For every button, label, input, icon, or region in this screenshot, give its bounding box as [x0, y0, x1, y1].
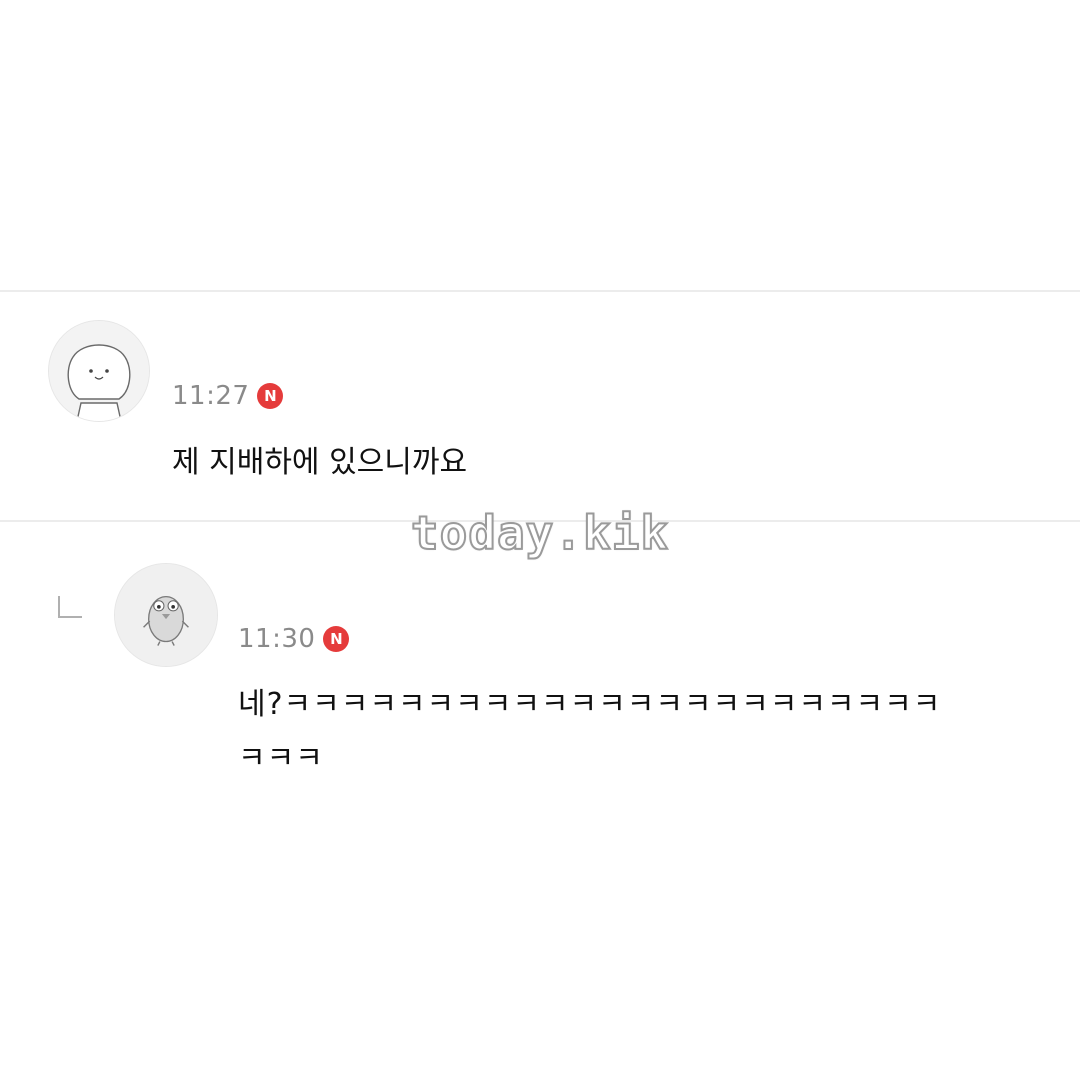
reply-time: 11:30 — [238, 624, 316, 654]
reply-text-line-1: 네?ㅋㅋㅋㅋㅋㅋㅋㅋㅋㅋㅋㅋㅋㅋㅋㅋㅋㅋㅋㅋㅋㅋㅋ — [238, 687, 942, 722]
watermark: today.kik — [410, 505, 670, 561]
comment-thread: 11:27 N 제 지배하에 있으니까요 today.kik 11:30 N 네… — [0, 0, 1080, 1080]
comment-meta: 11:27 N — [172, 381, 284, 411]
comment-text-line: 제 지배하에 있으니까요 — [172, 445, 468, 480]
reply-arrow-icon — [58, 596, 82, 618]
reply-meta: 11:30 N — [238, 624, 350, 654]
bird-character-icon[interactable] — [114, 563, 218, 667]
new-badge: N — [257, 383, 284, 409]
round-face-character-icon[interactable] — [48, 320, 150, 422]
comment-time: 11:27 — [172, 381, 250, 411]
new-badge: N — [323, 626, 350, 652]
top-divider — [0, 290, 1080, 292]
comment-text: 제 지배하에 있으니까요 — [172, 436, 467, 490]
reply-text-line-2: ㅋㅋㅋ — [238, 741, 324, 776]
reply-text: 네?ㅋㅋㅋㅋㅋㅋㅋㅋㅋㅋㅋㅋㅋㅋㅋㅋㅋㅋㅋㅋㅋㅋㅋ ㅋㅋㅋ — [238, 678, 941, 786]
